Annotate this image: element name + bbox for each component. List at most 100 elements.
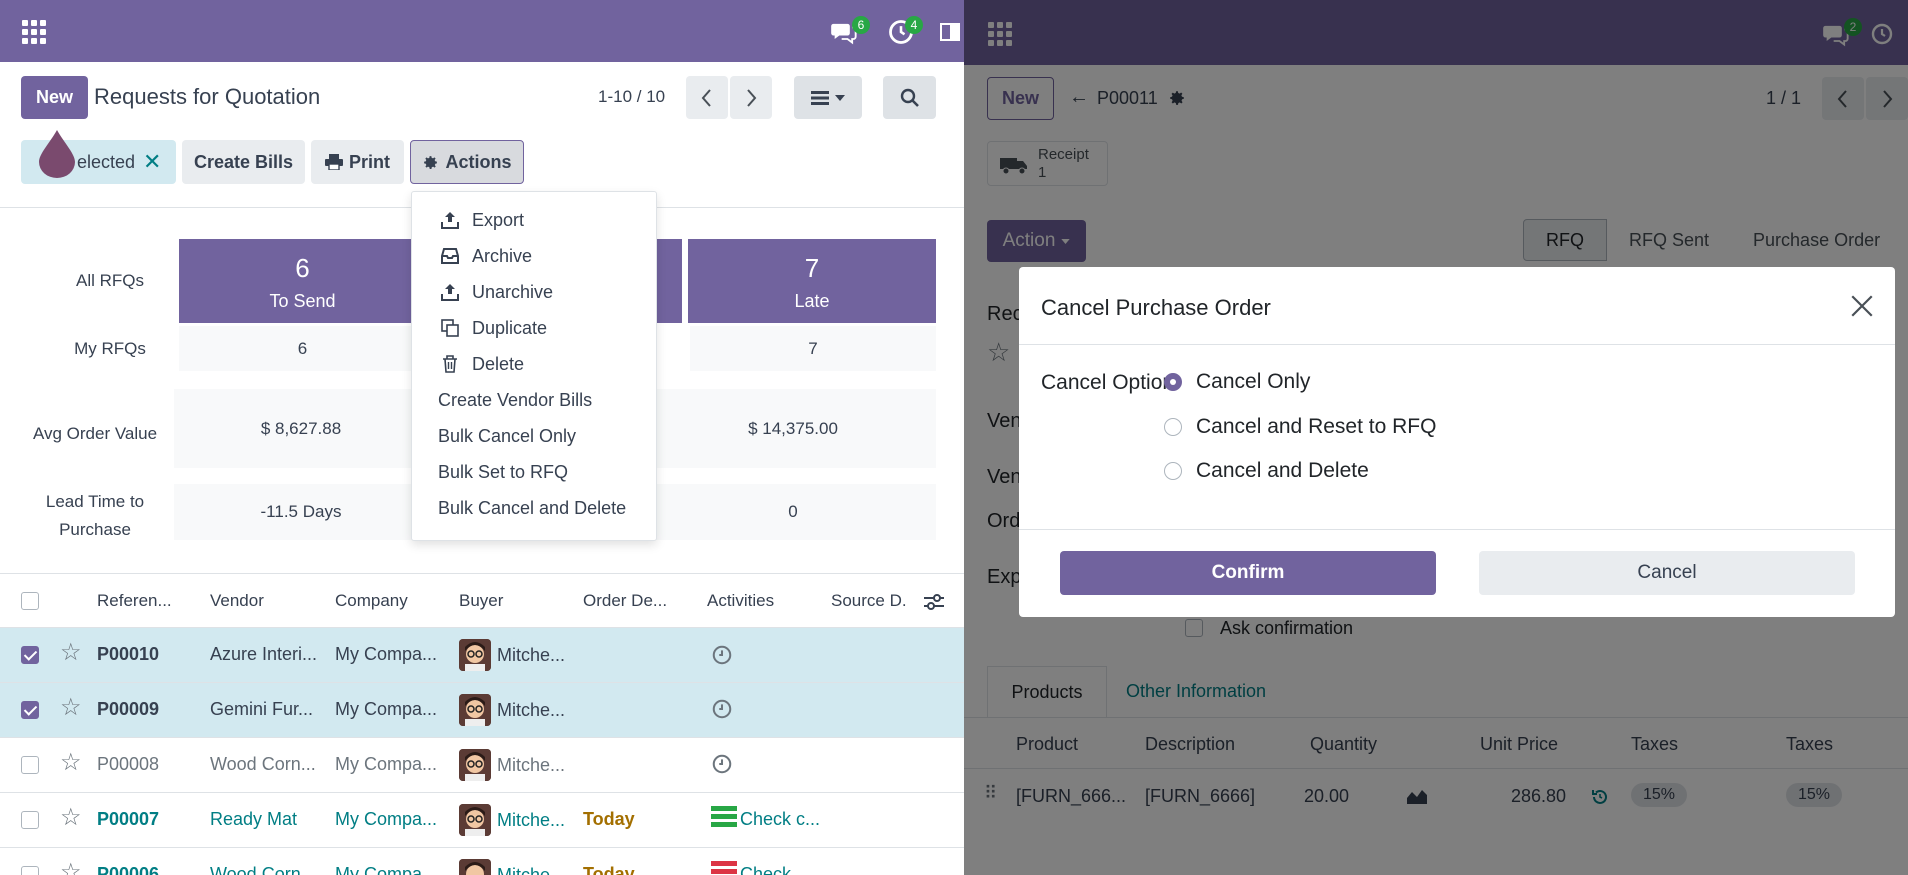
list-header: Referen... Vendor Company Buyer Order De… bbox=[0, 573, 964, 628]
apps-menu-icon[interactable] bbox=[22, 20, 46, 44]
row-reference: P00010 bbox=[97, 644, 160, 664]
row-checkbox[interactable] bbox=[21, 701, 39, 719]
priority-star-icon[interactable]: ☆ bbox=[60, 803, 82, 832]
pager-previous-button[interactable] bbox=[686, 76, 728, 119]
dashboard-label-all-rfqs: All RFQs bbox=[76, 271, 144, 290]
menu-item-export[interactable]: Export bbox=[412, 202, 656, 238]
my-rfqs-late[interactable]: 7 bbox=[690, 326, 936, 371]
menu-item-unarchive[interactable]: Unarchive bbox=[412, 274, 656, 310]
radio-cancel-and-delete[interactable]: Cancel and Delete bbox=[1164, 456, 1369, 486]
menu-item-create-vendor-bills[interactable]: Create Vendor Bills bbox=[412, 382, 656, 418]
menu-item-label: Delete bbox=[472, 353, 525, 374]
row-buyer: Mitche... bbox=[497, 645, 566, 665]
tile-late-label: Late bbox=[794, 291, 830, 311]
messages-badge: 6 bbox=[852, 16, 870, 34]
confirm-button[interactable]: Confirm bbox=[1060, 551, 1436, 595]
avg-order-to-send: $ 8,627.88 bbox=[174, 389, 428, 468]
radio-cancel-only[interactable]: Cancel Only bbox=[1164, 367, 1310, 397]
table-row[interactable]: ☆ P00006 Wood Corn... My Compa... Mitche… bbox=[0, 848, 964, 875]
row-vendor: Gemini Fur... bbox=[210, 699, 314, 719]
menu-item-label: Archive bbox=[472, 245, 533, 266]
row-order-deadline: Today bbox=[583, 809, 635, 829]
row-vendor: Azure Interi... bbox=[210, 644, 318, 664]
actions-button[interactable]: Actions bbox=[410, 140, 524, 184]
pager-value[interactable]: 1-10 / 10 bbox=[598, 87, 665, 107]
activity-clock-icon[interactable] bbox=[711, 644, 733, 666]
new-button[interactable]: New bbox=[21, 76, 88, 119]
buyer-avatar bbox=[459, 694, 491, 726]
priority-star-icon[interactable]: ☆ bbox=[60, 748, 82, 777]
task-list-icon[interactable] bbox=[711, 806, 737, 828]
activity-clock-icon[interactable] bbox=[711, 753, 733, 775]
col-vendor[interactable]: Vendor bbox=[210, 591, 264, 611]
cancel-button[interactable]: Cancel bbox=[1479, 551, 1855, 595]
col-company[interactable]: Company bbox=[335, 591, 408, 611]
search-button[interactable] bbox=[883, 76, 936, 119]
view-switcher-button[interactable] bbox=[794, 76, 862, 119]
menu-item-bulk-cancel-only[interactable]: Bulk Cancel Only bbox=[412, 418, 656, 454]
row-reference: P00008 bbox=[97, 754, 160, 774]
col-source-document[interactable]: Source D. bbox=[831, 591, 907, 611]
buyer-avatar bbox=[459, 749, 491, 781]
cursor-drop-marker-icon bbox=[39, 130, 75, 178]
col-reference[interactable]: Referen... bbox=[97, 591, 172, 611]
col-buyer[interactable]: Buyer bbox=[459, 591, 503, 611]
dialog-title: Cancel Purchase Order bbox=[1041, 295, 1271, 320]
row-reference: P00009 bbox=[97, 699, 160, 719]
table-row[interactable]: ☆ P00010 Azure Interi... My Compa... Mit… bbox=[0, 628, 964, 683]
row-company: My Compa... bbox=[335, 699, 438, 719]
pager-next-button[interactable] bbox=[730, 76, 772, 119]
menu-item-label: Unarchive bbox=[472, 281, 554, 302]
print-button[interactable]: Print bbox=[311, 140, 404, 184]
row-activity-summary[interactable]: Check c... bbox=[740, 809, 820, 830]
menu-item-delete[interactable]: Delete bbox=[412, 346, 656, 382]
purchase-order-form-pane: 2 New ← P00011 1 / 1 Receipt 1 Action RF… bbox=[964, 0, 1908, 875]
radio-button[interactable] bbox=[1164, 418, 1182, 436]
table-row[interactable]: ☆ P00009 Gemini Fur... My Compa... Mitch… bbox=[0, 683, 964, 738]
col-activities[interactable]: Activities bbox=[707, 591, 774, 611]
row-buyer: Mitche... bbox=[497, 865, 566, 875]
radio-cancel-and-reset[interactable]: Cancel and Reset to RFQ bbox=[1164, 412, 1436, 442]
table-row[interactable]: ☆ P00007 Ready Mat My Compa... Mitche...… bbox=[0, 793, 964, 848]
my-rfqs-to-send[interactable]: 6 bbox=[179, 326, 426, 371]
row-checkbox[interactable] bbox=[21, 866, 39, 875]
task-list-icon[interactable] bbox=[711, 861, 737, 875]
radio-button[interactable] bbox=[1164, 462, 1182, 480]
buyer-avatar bbox=[459, 639, 491, 671]
split-view-icon[interactable] bbox=[938, 18, 962, 46]
col-order-deadline[interactable]: Order De... bbox=[583, 591, 667, 611]
upload-icon bbox=[440, 210, 460, 230]
row-buyer: Mitche... bbox=[497, 700, 566, 720]
row-buyer: Mitche... bbox=[497, 810, 566, 830]
row-checkbox[interactable] bbox=[21, 756, 39, 774]
radio-label: Cancel Only bbox=[1196, 370, 1311, 393]
tile-late[interactable]: 7 Late bbox=[688, 239, 936, 323]
column-settings-icon[interactable] bbox=[924, 593, 944, 611]
row-reference: P00006 bbox=[97, 864, 160, 875]
unselect-all-icon[interactable]: ✕ bbox=[143, 149, 161, 175]
priority-star-icon[interactable]: ☆ bbox=[60, 693, 82, 722]
row-vendor: Wood Corn... bbox=[210, 754, 316, 774]
row-checkbox[interactable] bbox=[21, 646, 39, 664]
close-icon[interactable] bbox=[1849, 293, 1875, 319]
cancel-option-label: Cancel Option bbox=[1041, 371, 1175, 394]
row-activity-summary[interactable]: Check bbox=[740, 864, 791, 875]
row-checkbox[interactable] bbox=[21, 811, 39, 829]
divider bbox=[1019, 344, 1895, 345]
menu-item-bulk-set-to-rfq[interactable]: Bulk Set to RFQ bbox=[412, 454, 656, 490]
menu-item-duplicate[interactable]: Duplicate bbox=[412, 310, 656, 346]
select-all-checkbox[interactable] bbox=[21, 592, 39, 610]
row-vendor: Ready Mat bbox=[210, 809, 298, 829]
radio-button[interactable] bbox=[1164, 373, 1182, 391]
create-bills-button[interactable]: Create Bills bbox=[182, 140, 305, 184]
activity-clock-icon[interactable] bbox=[711, 698, 733, 720]
menu-item-archive[interactable]: Archive bbox=[412, 238, 656, 274]
priority-star-icon[interactable]: ☆ bbox=[60, 858, 82, 875]
table-row[interactable]: ☆ P00008 Wood Corn... My Compa... Mitche… bbox=[0, 738, 964, 793]
activity-badge: 4 bbox=[905, 16, 923, 34]
menu-item-bulk-cancel-and-delete[interactable]: Bulk Cancel and Delete bbox=[412, 490, 656, 526]
tile-to-send[interactable]: 6 To Send bbox=[179, 239, 426, 323]
tile-to-send-label: To Send bbox=[269, 291, 336, 311]
caret-down-icon bbox=[835, 94, 845, 101]
priority-star-icon[interactable]: ☆ bbox=[60, 638, 82, 667]
